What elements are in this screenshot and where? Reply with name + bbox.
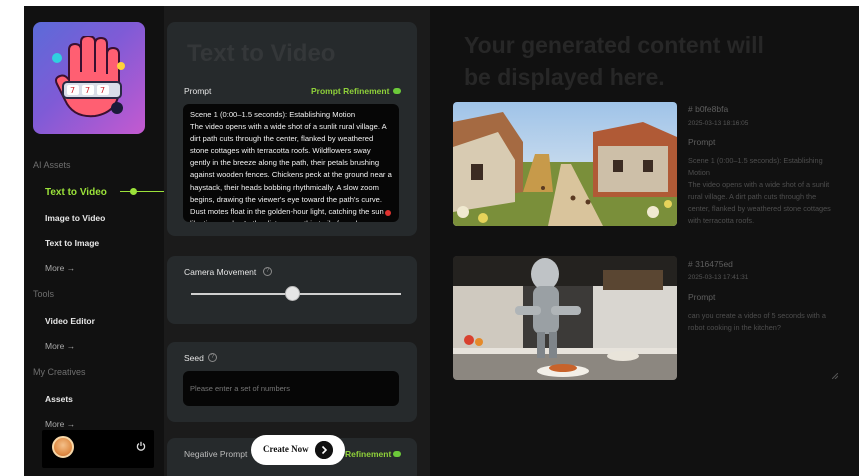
nav-item-more-tools[interactable]: More →: [45, 341, 75, 351]
power-icon[interactable]: [136, 441, 146, 451]
app-window: 7 7 7 AI Assets Text to Video Image to V…: [24, 6, 859, 476]
negative-prompt-label: Negative Prompt: [184, 449, 248, 459]
nav-item-text-to-image[interactable]: Text to Image: [45, 238, 99, 248]
nav-item-more-ai-assets[interactable]: More →: [45, 263, 75, 273]
nav-section-ai-assets: AI Assets: [33, 160, 71, 170]
nav-item-image-to-video[interactable]: Image to Video: [45, 213, 105, 223]
resize-handle-icon[interactable]: [832, 373, 838, 379]
nav-item-more-creatives[interactable]: More →: [45, 419, 75, 429]
nav-section-tools: Tools: [33, 289, 55, 299]
nav-item-assets[interactable]: Assets: [45, 394, 73, 404]
sidebar: 7 7 7 AI Assets Text to Video Image to V…: [24, 6, 164, 476]
result-thumbnail-robot-kitchen[interactable]: [453, 256, 677, 380]
create-now-label: Create Now: [263, 444, 309, 454]
avatar[interactable]: [52, 436, 74, 458]
scroll-indicator: [385, 210, 391, 216]
camera-movement-card: Camera Movement ?: [167, 256, 417, 324]
svg-text:7: 7: [85, 86, 90, 95]
active-indicator-dot: [130, 188, 137, 195]
camera-info-icon[interactable]: ?: [263, 267, 272, 276]
svg-text:7: 7: [70, 86, 75, 95]
active-indicator-line: [120, 191, 164, 192]
result-id: # b0fe8bfa: [688, 104, 729, 114]
generation-form: Text to Video Prompt Prompt Refinement S…: [164, 6, 430, 476]
result-prompt-label: Prompt: [688, 137, 716, 147]
user-bar: [42, 430, 154, 468]
app-logo: 7 7 7: [33, 22, 145, 134]
svg-text:7: 7: [100, 86, 105, 95]
result-prompt-text: can you create a video of 5 seconds with…: [688, 311, 826, 332]
nav-item-video-editor[interactable]: Video Editor: [45, 316, 95, 326]
prompt-card: Text to Video Prompt Prompt Refinement S…: [167, 22, 417, 236]
prompt-text: Scene 1 (0:00–1.5 seconds): Establishing…: [190, 110, 392, 222]
seed-label: Seed: [184, 353, 204, 363]
page-title: Text to Video: [187, 40, 336, 67]
prompt-textarea[interactable]: Scene 1 (0:00–1.5 seconds): Establishing…: [183, 104, 399, 222]
result-id: # 316475ed: [688, 259, 733, 269]
negative-refinement-link[interactable]: Refinement: [345, 449, 391, 459]
arrow-right-icon: [315, 441, 333, 459]
results-panel: Your generated content will be displayed…: [430, 6, 859, 476]
camera-movement-slider-knob[interactable]: [285, 286, 300, 301]
prompt-label: Prompt: [184, 86, 212, 96]
seed-info-icon[interactable]: ?: [208, 353, 217, 362]
result-prompt-text: Scene 1 (0:00–1.5 seconds): Establishing…: [688, 156, 831, 225]
hand-slot-machine-icon: 7 7 7: [52, 36, 125, 118]
camera-movement-label: Camera Movement: [184, 267, 257, 277]
negative-refinement-toggle[interactable]: [393, 451, 401, 457]
prompt-refinement-link[interactable]: Prompt Refinement: [311, 86, 389, 96]
seed-input[interactable]: [183, 371, 399, 406]
results-empty-title: Your generated content will be displayed…: [464, 32, 764, 90]
result-date: 2025-03-13 18:16:05: [688, 120, 749, 127]
result-thumbnail-village[interactable]: [453, 102, 677, 226]
result-prompt-label: Prompt: [688, 292, 716, 302]
result-date: 2025-03-13 17:41:31: [688, 274, 749, 281]
nav-section-my-creatives: My Creatives: [33, 367, 86, 377]
nav-item-text-to-video[interactable]: Text to Video: [45, 187, 107, 198]
seed-card: Seed ?: [167, 342, 417, 422]
prompt-refinement-toggle[interactable]: [393, 88, 401, 94]
create-now-button[interactable]: Create Now: [251, 435, 345, 465]
